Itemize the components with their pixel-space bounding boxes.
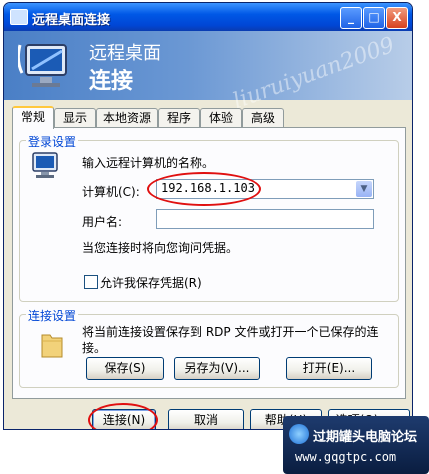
forum-title: 过期罐头电脑论坛 [313, 430, 418, 445]
username-input[interactable] [156, 209, 374, 229]
connection-description-line2: 接。 [82, 341, 107, 355]
forum-url: www.gqgtpc.com [295, 450, 397, 464]
save-as-button[interactable]: 另存为(V)... [174, 357, 260, 380]
monitor-icon [18, 44, 67, 87]
login-settings-group: 登录设置 输入远程计算机的名称。 计算机(C): 192.168.1.103 ▼… [19, 133, 399, 302]
login-settings-label: 登录设置 [26, 133, 79, 150]
forum-logo-icon [289, 424, 309, 444]
computer-icon [32, 152, 58, 178]
banner-title-line2: 连接 [89, 69, 134, 94]
tab-programs[interactable]: 程序 [158, 108, 200, 127]
computer-label: 计算机(C): [82, 185, 140, 199]
connection-settings-group: 连接设置 将当前连接设置保存到 RDP 文件或打开一个已保存的连 接。 保存(S… [19, 307, 399, 388]
annotation-circle-connect [88, 403, 158, 429]
general-tab-panel: 登录设置 输入远程计算机的名称。 计算机(C): 192.168.1.103 ▼… [12, 127, 406, 399]
remote-desktop-window: 远程桌面连接 _ □ X 远程桌面 连接 liuruiyuan2009 常规 显… [3, 2, 413, 430]
connection-settings-label: 连接设置 [26, 307, 79, 324]
remote-desktop-app-icon [10, 9, 28, 25]
header-banner: 远程桌面 连接 liuruiyuan2009 [4, 31, 412, 114]
tab-experience[interactable]: 体验 [200, 108, 242, 127]
folder-icon [41, 334, 63, 358]
banner-title-line1: 远程桌面 [89, 43, 161, 64]
watermark-text: liuruiyuan2009 [229, 32, 398, 115]
credentials-note: 当您连接时将向您询问凭据。 [82, 241, 239, 255]
maximize-button[interactable]: □ [363, 7, 385, 29]
allow-save-credentials-label[interactable]: 允许我保存凭据(R) [100, 274, 202, 291]
chevron-down-icon[interactable]: ▼ [356, 181, 372, 197]
tab-advanced[interactable]: 高级 [242, 108, 284, 127]
forum-watermark-badge: 过期罐头电脑论坛 www.gqgtpc.com [283, 416, 429, 474]
cancel-button[interactable]: 取消 [168, 409, 244, 429]
close-button[interactable]: X [386, 7, 408, 29]
login-intro-text: 输入远程计算机的名称。 [82, 156, 215, 170]
annotation-circle-computer [147, 172, 261, 206]
connection-description-line1: 将当前连接设置保存到 RDP 文件或打开一个已保存的连 [82, 325, 379, 339]
allow-save-credentials-checkbox[interactable] [84, 275, 98, 289]
minimize-button[interactable]: _ [340, 7, 362, 29]
title-bar[interactable]: 远程桌面连接 _ □ X [4, 3, 412, 31]
open-button[interactable]: 打开(E)... [286, 357, 372, 380]
save-button[interactable]: 保存(S) [86, 357, 164, 380]
tab-display[interactable]: 显示 [54, 108, 96, 127]
username-label: 用户名: [82, 215, 123, 229]
tab-local-resources[interactable]: 本地资源 [96, 108, 158, 127]
window-title: 远程桌面连接 [32, 13, 111, 28]
tab-general[interactable]: 常规 [12, 106, 54, 129]
